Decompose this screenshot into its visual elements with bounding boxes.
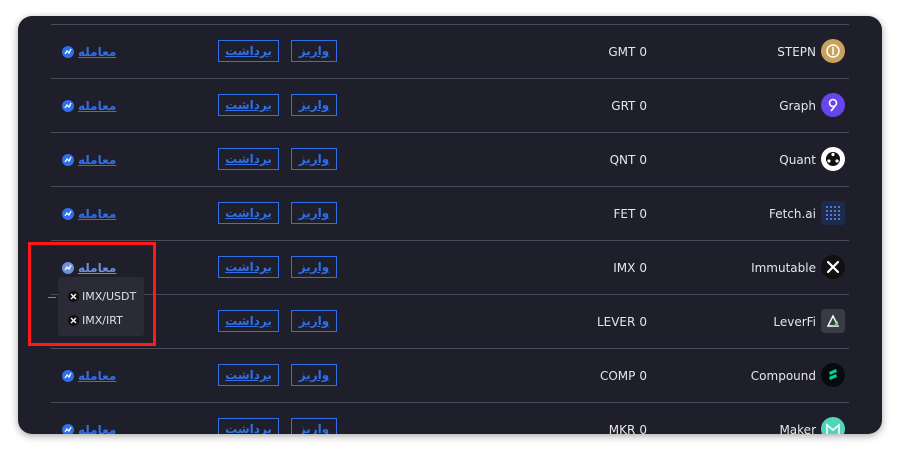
dropdown-item-label: IMX/USDT	[82, 289, 137, 303]
trade-label: معامله	[78, 206, 117, 221]
balance-symbol: GRT	[611, 98, 636, 113]
chart-icon	[62, 423, 74, 434]
table-row: معامله برداشت واریز FET 0 Fetch.ai	[51, 187, 849, 241]
trade-link[interactable]: معامله	[62, 79, 116, 132]
trade-label: معامله	[78, 422, 117, 435]
table-row: معامله برداشت واریز MKR 0 Maker	[51, 403, 849, 434]
chart-icon	[62, 99, 74, 112]
asset-name: Immutable	[751, 260, 816, 275]
stepn-icon	[821, 39, 845, 63]
graph-icon	[821, 93, 845, 117]
table-row: معامله برداشت واریز IMX 0 Immutable	[51, 241, 849, 295]
trade-link[interactable]: معامله	[62, 25, 116, 78]
app-frame: معامله برداشت واریز GMT 0 STEPN معامله ب…	[18, 16, 882, 434]
asset-name: Maker	[779, 422, 816, 435]
asset-name: Compound	[750, 368, 816, 383]
balance-symbol: FET	[613, 206, 636, 221]
immutable-icon	[68, 290, 79, 302]
withdraw-button[interactable]: برداشت	[218, 94, 279, 116]
trade-label: معامله	[78, 98, 117, 113]
withdraw-button[interactable]: برداشت	[218, 40, 279, 62]
trade-link[interactable]: معامله	[62, 403, 116, 434]
table-row: معامله برداشت واریز QNT 0 Quant	[51, 133, 849, 187]
balance-symbol: MKR	[608, 422, 636, 435]
chart-icon	[62, 207, 74, 220]
balance-value: 0	[639, 98, 647, 113]
table-row: معامله برداشت واریز GRT 0 Graph	[51, 79, 849, 133]
trade-link[interactable]: معامله	[62, 349, 116, 402]
trade-label: معامله	[78, 260, 117, 275]
balance-value: 0	[639, 368, 647, 383]
trade-pair-dropdown: IMX/USDT IMX/IRT	[48, 277, 144, 336]
balance: LEVER 0	[597, 295, 647, 348]
deposit-button[interactable]: واریز	[291, 310, 337, 332]
dropdown-item-label: IMX/IRT	[82, 313, 123, 327]
trade-link[interactable]: معامله	[62, 187, 116, 240]
withdraw-button[interactable]: برداشت	[218, 148, 279, 170]
balance: GRT 0	[611, 79, 647, 132]
trade-label: معامله	[78, 152, 117, 167]
immutable-icon	[821, 255, 845, 279]
table-row: معامله برداشت واریز COMP 0 Compound	[51, 349, 849, 403]
balance-value: 0	[639, 422, 647, 435]
trade-label: معامله	[78, 368, 117, 383]
balance: MKR 0	[608, 403, 647, 435]
balance: FET 0	[614, 187, 647, 240]
balance-value: 0	[639, 152, 647, 167]
asset-table: معامله برداشت واریز GMT 0 STEPN معامله ب…	[51, 24, 849, 434]
chart-icon	[62, 369, 74, 382]
deposit-button[interactable]: واریز	[291, 202, 337, 224]
chart-icon	[62, 45, 74, 58]
deposit-button[interactable]: واریز	[291, 256, 337, 278]
balance: GMT 0	[608, 25, 647, 78]
balance-symbol: LEVER	[596, 314, 636, 329]
leverfi-icon	[821, 309, 845, 333]
asset-name: Graph	[779, 98, 816, 113]
asset-name: Quant	[779, 152, 816, 167]
withdraw-button[interactable]: برداشت	[218, 364, 279, 386]
balance-value: 0	[639, 206, 647, 221]
dropdown-item-imx-usdt[interactable]: IMX/USDT	[58, 284, 144, 308]
withdraw-button[interactable]: برداشت	[218, 202, 279, 224]
asset-name: LeverFi	[773, 314, 816, 329]
balance-value: 0	[639, 44, 647, 59]
quant-icon	[821, 147, 845, 171]
withdraw-button[interactable]: برداشت	[218, 256, 279, 278]
maker-icon	[821, 417, 845, 434]
dropdown-item-imx-irt[interactable]: IMX/IRT	[58, 308, 144, 332]
balance: IMX 0	[613, 241, 647, 294]
table-row: معامله برداشت واریز GMT 0 STEPN	[51, 24, 849, 79]
table-row: برداشت واریز LEVER 0 LeverFi	[51, 295, 849, 349]
fetch-icon	[821, 201, 845, 225]
trade-label: معامله	[78, 44, 117, 59]
balance-symbol: GMT	[608, 44, 636, 59]
trade-link[interactable]: معامله	[62, 133, 116, 186]
deposit-button[interactable]: واریز	[291, 148, 337, 170]
immutable-icon	[68, 314, 79, 326]
chart-icon	[62, 153, 74, 166]
balance: COMP 0	[600, 349, 647, 402]
balance-value: 0	[639, 314, 647, 329]
asset-name: Fetch.ai	[768, 206, 816, 221]
chart-icon	[62, 261, 74, 274]
dropdown-connector	[48, 297, 56, 298]
deposit-button[interactable]: واریز	[291, 364, 337, 386]
deposit-button[interactable]: واریز	[291, 40, 337, 62]
balance-symbol: QNT	[609, 152, 636, 167]
deposit-button[interactable]: واریز	[291, 94, 337, 116]
asset-name: STEPN	[777, 44, 816, 59]
balance-symbol: IMX	[613, 260, 636, 275]
balance-symbol: COMP	[599, 368, 636, 383]
balance-value: 0	[639, 260, 647, 275]
balance: QNT 0	[610, 133, 647, 186]
compound-icon	[821, 363, 845, 387]
withdraw-button[interactable]: برداشت	[218, 310, 279, 332]
deposit-button[interactable]: واریز	[291, 418, 337, 434]
withdraw-button[interactable]: برداشت	[218, 418, 279, 434]
